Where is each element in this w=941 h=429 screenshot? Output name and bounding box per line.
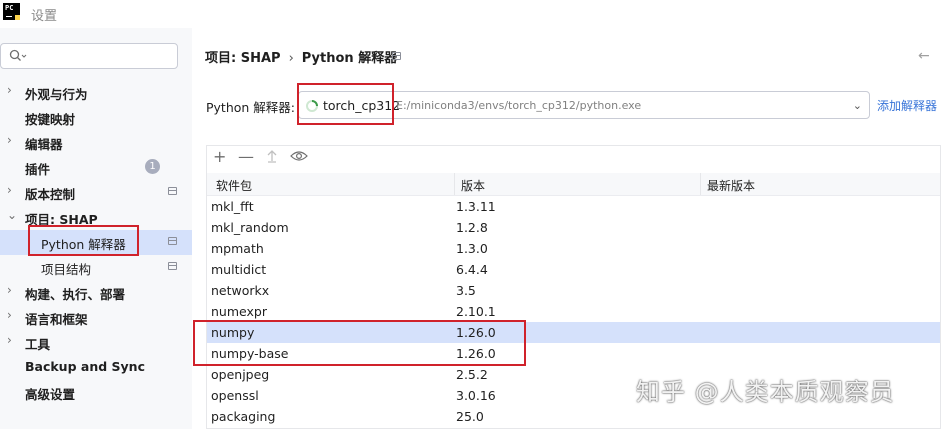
table-row[interactable]: numpy 1.26.0 [207, 322, 940, 343]
sidebar-item-label: 项目结构 [41, 262, 92, 277]
show-early-releases-eye-icon[interactable] [290, 149, 308, 166]
sidebar-item-label: 语言和框架 [25, 312, 88, 327]
package-version-cell: 2.5.2 [456, 367, 488, 382]
package-version-cell: 2.10.1 [456, 304, 496, 319]
interpreter-name: torch_cp312 [323, 98, 401, 113]
table-row[interactable]: numpy-base 1.26.0 [207, 343, 940, 364]
package-version-cell: 25.0 [456, 409, 484, 424]
watermark: 知乎 @人类本质观察员 [636, 378, 895, 406]
back-arrow-icon[interactable]: ← [918, 48, 930, 64]
package-name-cell: openjpeg [211, 367, 270, 382]
sidebar-item[interactable]: Python 解释器 [0, 230, 192, 255]
table-row[interactable]: mpmath 1.3.0 [207, 238, 940, 259]
sidebar-item-label: 外观与行为 [25, 87, 88, 102]
package-version-cell: 6.4.4 [456, 262, 488, 277]
sidebar-item-label: 按键映射 [25, 112, 76, 127]
column-divider[interactable] [700, 173, 701, 195]
interpreter-label: Python 解释器: [206, 100, 296, 115]
loading-spinner-icon [305, 99, 319, 116]
table-row[interactable]: mkl_random 1.2.8 [207, 217, 940, 238]
chevron-right-icon[interactable]: › [7, 133, 17, 147]
column-header-package[interactable]: 软件包 [216, 177, 252, 194]
sidebar-item[interactable]: 高级设置 [0, 380, 192, 405]
add-interpreter-link[interactable]: 添加解释器 [877, 97, 937, 114]
package-name-cell: numexpr [211, 304, 267, 319]
chevron-right-icon[interactable]: › [7, 308, 17, 322]
table-row[interactable]: multidict 6.4.4 [207, 259, 940, 280]
remove-package-icon[interactable]: — [238, 149, 254, 165]
breadcrumb-project[interactable]: 项目: SHAP [205, 47, 281, 66]
package-name-cell: multidict [211, 262, 267, 277]
breadcrumb: 项目: SHAP › Python 解释器 [205, 47, 397, 66]
sidebar-item[interactable]: › 外观与行为 [0, 80, 192, 105]
package-name-cell: numpy [211, 325, 255, 340]
column-header-latest-version[interactable]: 最新版本 [707, 177, 755, 194]
table-row[interactable]: packaging 25.0 [207, 406, 940, 427]
package-name-cell: numpy-base [211, 346, 289, 361]
sidebar-item[interactable]: › 构建、执行、部署 [0, 280, 192, 305]
chevron-right-icon[interactable]: › [7, 333, 17, 347]
project-scope-icon [168, 187, 177, 195]
interpreter-select[interactable]: torch_cp312 E:/miniconda3/envs/torch_cp3… [298, 91, 870, 119]
settings-search-input[interactable] [0, 43, 178, 69]
packages-toolbar: + — [207, 146, 940, 171]
sidebar-item-label: 高级设置 [25, 387, 76, 402]
package-name-cell: mpmath [211, 241, 264, 256]
package-version-cell: 3.5 [456, 283, 476, 298]
sidebar-item-label: 构建、执行、部署 [25, 287, 126, 302]
sidebar-item[interactable]: 项目结构 [0, 255, 192, 280]
chevron-down-icon: ⌄ [852, 99, 862, 112]
project-scope-icon [168, 262, 177, 270]
title-bar: PC 设置 [0, 0, 941, 28]
package-version-cell: 3.0.16 [456, 388, 496, 403]
package-name-cell: openssl [211, 388, 259, 403]
sidebar-item[interactable]: › 工具 [0, 330, 192, 355]
window-title: 设置 [31, 9, 58, 24]
sidebar-item[interactable]: › 版本控制 [0, 180, 192, 205]
upgrade-package-icon[interactable] [265, 149, 279, 166]
package-name-cell: networkx [211, 283, 270, 298]
package-version-cell: 1.3.11 [456, 199, 496, 214]
package-version-cell: 1.2.8 [456, 220, 488, 235]
chevron-right-icon[interactable]: › [7, 183, 17, 197]
interpreter-path: E:/miniconda3/envs/torch_cp312/python.ex… [396, 99, 642, 112]
package-version-cell: 1.26.0 [456, 346, 496, 361]
package-version-cell: 1.3.0 [456, 241, 488, 256]
pycharm-logo-icon: PC [3, 3, 20, 20]
packages-table-header: 软件包 版本 最新版本 [207, 173, 940, 196]
sidebar-item-label: Backup and Sync [25, 359, 145, 374]
sidebar-item-label: 工具 [25, 337, 51, 352]
project-scope-icon [168, 237, 177, 245]
package-name-cell: mkl_random [211, 220, 289, 235]
plugin-count-badge: 1 [145, 159, 160, 174]
settings-sidebar: › 外观与行为按键映射 › 编辑器插件 1 › 版本控制 ⌄ 项目: SHAP Python 解释… [0, 28, 192, 429]
column-header-version[interactable]: 版本 [461, 177, 485, 194]
add-package-icon[interactable]: + [213, 149, 226, 165]
chevron-down-icon[interactable]: ⌄ [7, 208, 17, 222]
chevron-right-icon[interactable]: › [7, 83, 17, 97]
sidebar-item[interactable]: 按键映射 [0, 105, 192, 130]
sidebar-item-label: 编辑器 [25, 137, 63, 152]
sidebar-item[interactable]: Backup and Sync [0, 355, 192, 380]
sidebar-item[interactable]: 插件 1 [0, 155, 192, 180]
sidebar-item[interactable]: ⌄ 项目: SHAP [0, 205, 192, 230]
sidebar-item-label: 项目: SHAP [25, 212, 98, 227]
search-icon [9, 49, 27, 66]
table-row[interactable]: networkx 3.5 [207, 280, 940, 301]
column-divider[interactable] [454, 173, 455, 195]
table-row[interactable]: mkl_fft 1.3.11 [207, 196, 940, 217]
project-scope-icon [392, 52, 401, 60]
package-version-cell: 1.26.0 [456, 325, 496, 340]
breadcrumb-page: Python 解释器 [301, 51, 398, 66]
breadcrumb-separator: › [288, 51, 294, 66]
package-name-cell: packaging [211, 409, 276, 424]
sidebar-item-label: Python 解释器 [41, 237, 126, 252]
sidebar-item[interactable]: › 编辑器 [0, 130, 192, 155]
chevron-right-icon[interactable]: › [7, 283, 17, 297]
table-row[interactable]: numexpr 2.10.1 [207, 301, 940, 322]
sidebar-item-label: 插件 [25, 162, 51, 177]
sidebar-item[interactable]: › 语言和框架 [0, 305, 192, 330]
package-name-cell: mkl_fft [211, 199, 254, 214]
sidebar-item-label: 版本控制 [25, 187, 76, 202]
